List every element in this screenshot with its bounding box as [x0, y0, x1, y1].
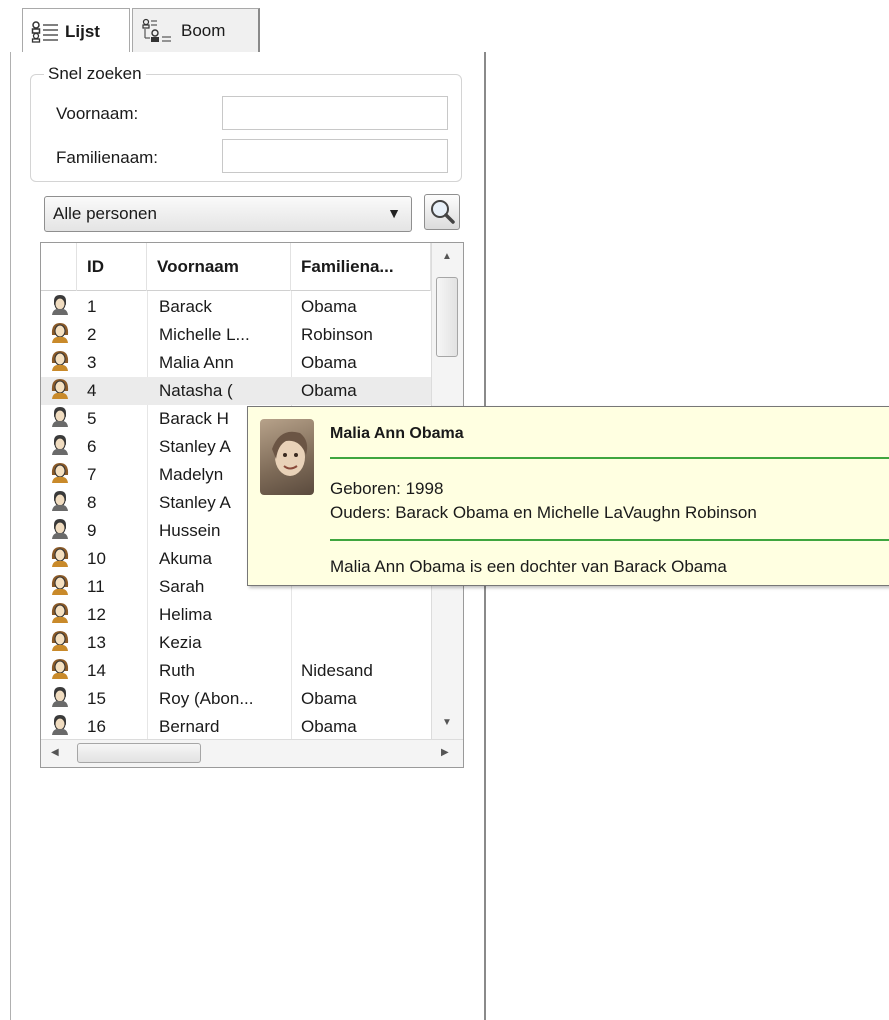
cell-last-name — [301, 629, 431, 657]
quick-search-legend: Snel zoeken — [44, 64, 146, 84]
female-person-icon — [49, 461, 75, 489]
male-person-icon — [49, 433, 75, 461]
cell-first-name: Natasha ( — [159, 381, 233, 400]
female-person-icon — [49, 657, 75, 685]
cell-id: 12 — [87, 605, 106, 624]
scroll-left-icon[interactable]: ◀ — [51, 747, 59, 758]
cell-id: 14 — [87, 661, 106, 680]
tab-boom[interactable]: Boom — [132, 8, 260, 52]
cell-first-name: Barack — [159, 297, 212, 316]
male-person-icon — [49, 713, 75, 741]
cell-id: 13 — [87, 633, 106, 652]
female-person-icon — [49, 629, 75, 657]
table-row[interactable]: 12 Helima — [41, 601, 431, 629]
tree-icon — [142, 18, 171, 42]
cell-last-name: Obama — [301, 381, 357, 400]
female-person-icon — [49, 601, 75, 629]
tab-boom-label: Boom — [181, 20, 226, 40]
column-header-first-name[interactable]: Voornaam — [147, 243, 291, 291]
table-row[interactable]: 13 Kezia — [41, 629, 431, 657]
tab-lijst[interactable]: Lijst — [22, 8, 130, 54]
last-name-field[interactable] — [222, 139, 448, 173]
horizontal-scrollbar[interactable]: ◀ ▶ — [41, 739, 463, 767]
cell-last-name: Nidesand — [301, 661, 373, 680]
icon-column-header — [41, 243, 77, 291]
table-row[interactable]: 15 Roy (Abon... Obama — [41, 685, 431, 713]
cell-id: 7 — [87, 465, 97, 484]
cell-first-name: Malia Ann — [159, 353, 234, 372]
table-row[interactable]: 3 Malia Ann Obama — [41, 349, 431, 377]
cell-id: 8 — [87, 493, 97, 512]
vertical-scroll-thumb[interactable] — [436, 277, 458, 357]
cell-id: 6 — [87, 437, 97, 456]
column-header-last-name[interactable]: Familiena... — [291, 243, 431, 291]
scroll-down-icon[interactable]: ▼ — [442, 717, 452, 728]
tooltip-parents: Ouders: Barack Obama en Michelle LaVaugh… — [330, 503, 757, 522]
male-person-icon — [49, 405, 75, 433]
cell-first-name: Kezia — [159, 633, 202, 652]
person-filter-value: Alle personen — [53, 204, 157, 223]
table-header: ID Voornaam Familiena... — [41, 243, 431, 291]
table-row[interactable]: 14 Ruth Nidesand — [41, 657, 431, 685]
cell-id: 16 — [87, 717, 106, 736]
first-name-label: Voornaam: — [56, 104, 139, 123]
male-person-icon — [49, 293, 75, 321]
female-person-icon — [49, 545, 75, 573]
table-row[interactable]: 1 Barack Obama — [41, 293, 431, 321]
cell-id: 9 — [87, 521, 97, 540]
last-name-label: Familienaam: — [56, 148, 159, 167]
tooltip-divider — [330, 457, 889, 459]
horizontal-scroll-thumb[interactable] — [77, 743, 201, 763]
cell-last-name — [301, 601, 431, 629]
search-button[interactable] — [424, 194, 460, 230]
tooltip-person-name: Malia Ann Obama — [330, 425, 464, 442]
magnifier-icon — [431, 200, 455, 224]
cell-last-name: Obama — [301, 297, 357, 316]
cell-id: 11 — [87, 577, 105, 596]
female-person-icon — [49, 573, 75, 601]
cell-first-name: Ruth — [159, 661, 195, 680]
male-person-icon — [49, 685, 75, 713]
tooltip-note: Malia Ann Obama is een dochter van Barac… — [330, 557, 727, 576]
person-tooltip: Malia Ann Obama Geboren: 1998 Ouders: Ba… — [247, 406, 889, 586]
cell-id: 15 — [87, 689, 106, 708]
female-person-icon — [49, 321, 75, 349]
tooltip-birth: Geboren: 1998 — [330, 479, 444, 498]
female-person-icon — [49, 377, 75, 405]
male-person-icon — [49, 517, 75, 545]
cell-last-name: Robinson — [301, 325, 373, 344]
table-row[interactable]: 2 Michelle L... Robinson — [41, 321, 431, 349]
table-row[interactable]: 16 Bernard Obama — [41, 713, 431, 741]
tab-lijst-label: Lijst — [65, 21, 100, 41]
person-photo — [260, 419, 314, 495]
cell-first-name: Helima — [159, 605, 212, 624]
cell-first-name: Michelle L... — [159, 325, 250, 344]
cell-last-name: Obama — [301, 717, 357, 736]
female-person-icon — [49, 349, 75, 377]
table-row[interactable]: 4 Natasha ( Obama — [41, 377, 431, 405]
cell-first-name: Roy (Abon... — [159, 689, 254, 708]
scroll-up-icon[interactable]: ▲ — [442, 251, 452, 262]
column-header-id[interactable]: ID — [77, 243, 147, 291]
cell-last-name: Obama — [301, 353, 357, 372]
cell-id: 2 — [87, 325, 97, 344]
cell-first-name: Bernard — [159, 717, 220, 736]
scroll-right-icon[interactable]: ▶ — [441, 747, 449, 758]
cell-id: 3 — [87, 353, 97, 372]
cell-last-name: Obama — [301, 689, 357, 708]
cell-id: 10 — [87, 549, 106, 568]
person-filter-select[interactable]: Alle personen ▼ — [44, 196, 412, 232]
cell-id: 4 — [87, 381, 97, 400]
cell-id: 5 — [87, 409, 97, 428]
first-name-field[interactable] — [222, 96, 448, 130]
tooltip-divider — [330, 539, 889, 541]
cell-id: 1 — [87, 297, 97, 316]
male-person-icon — [49, 489, 75, 517]
chevron-down-icon: ▼ — [387, 205, 401, 221]
person-list-icon — [31, 20, 58, 43]
